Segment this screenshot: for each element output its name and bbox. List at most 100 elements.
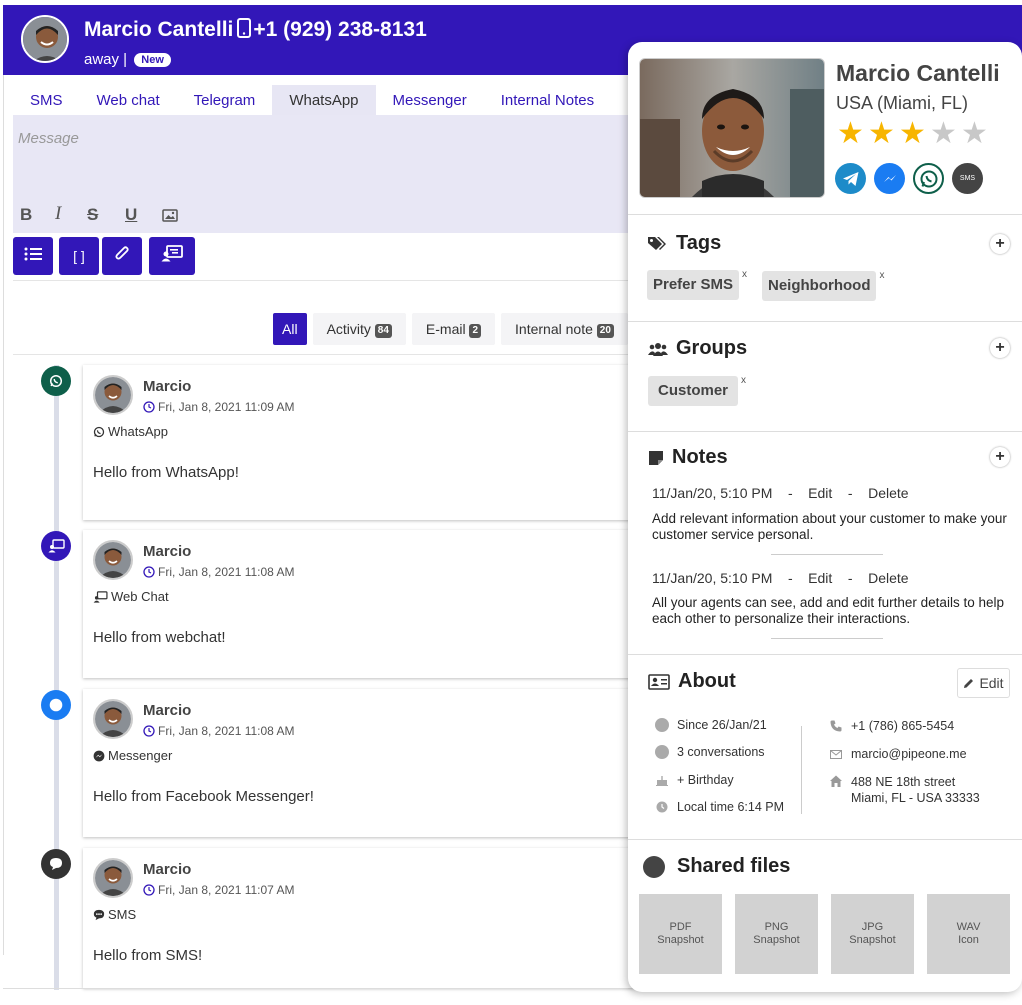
filter-internal-note[interactable]: Internal note 20 xyxy=(501,313,628,345)
tab-telegram[interactable]: Telegram xyxy=(177,85,273,115)
image-icon[interactable] xyxy=(162,207,178,227)
contact-phone: +1 (929) 238-8131 xyxy=(253,18,427,41)
tab-sms[interactable]: SMS xyxy=(13,85,80,115)
canned-response-button[interactable] xyxy=(149,237,195,275)
note-date: 11/Jan/20, 5:10 PM xyxy=(652,485,773,501)
delete-note-link[interactable]: Delete xyxy=(868,485,908,501)
message-text: Hello from webchat! xyxy=(93,629,226,646)
shared-files-label: Shared files xyxy=(677,855,791,877)
messenger-icon[interactable] xyxy=(874,163,905,194)
avatar[interactable] xyxy=(21,15,69,63)
file-kind: Snapshot xyxy=(753,934,800,946)
note-meta: 11/Jan/20, 5:10 PM - Edit - Delete xyxy=(652,485,909,501)
add-group-button[interactable]: + xyxy=(990,338,1010,358)
avatar[interactable] xyxy=(93,540,133,580)
address-line-2: Miami, FL - USA 33333 xyxy=(851,791,980,805)
message-author: Marcio xyxy=(143,702,192,719)
edit-note-link[interactable]: Edit xyxy=(808,570,832,586)
message-card[interactable]: Marcio Fri, Jan 8, 2021 11:08 AM Web Cha… xyxy=(83,530,643,678)
birthday-text: + Birthday xyxy=(677,773,734,787)
edit-note-link[interactable]: Edit xyxy=(808,485,832,501)
message-timestamp: Fri, Jan 8, 2021 11:09 AM xyxy=(143,400,295,414)
message-card[interactable]: Marcio Fri, Jan 8, 2021 11:09 AM WhatsAp… xyxy=(83,365,643,520)
file-label: PDF Snapshot xyxy=(657,921,703,947)
webchat-icon xyxy=(93,589,111,604)
telegram-icon[interactable] xyxy=(835,163,866,194)
contact-name: Marcio Cantelli xyxy=(84,18,234,41)
about-section-title: About xyxy=(648,670,736,693)
star-icon[interactable]: ★ xyxy=(928,119,959,149)
avatar[interactable] xyxy=(93,375,133,415)
bold-button[interactable]: B xyxy=(20,205,32,225)
paperclip-icon xyxy=(114,245,130,268)
avatar[interactable] xyxy=(93,858,133,898)
tab-whatsapp[interactable]: WhatsApp xyxy=(272,85,376,115)
list-button[interactable] xyxy=(13,237,53,275)
filter-label: Internal note xyxy=(515,321,593,337)
shared-file-pdf[interactable]: PDF Snapshot xyxy=(639,894,722,974)
presence-status: away | xyxy=(84,51,128,68)
add-note-button[interactable]: + xyxy=(990,447,1010,467)
star-icon[interactable]: ★ xyxy=(959,119,990,149)
contact-card-icon xyxy=(648,673,670,690)
star-icon[interactable]: ★ xyxy=(866,119,897,149)
divider xyxy=(13,354,628,355)
message-text: Hello from WhatsApp! xyxy=(93,464,239,481)
message-card[interactable]: Marcio Fri, Jan 8, 2021 11:07 AM SMS Hel… xyxy=(83,848,643,988)
avatar[interactable] xyxy=(93,699,133,739)
tab-messenger[interactable]: Messenger xyxy=(376,85,484,115)
note-meta: 11/Jan/20, 5:10 PM - Edit - Delete xyxy=(652,570,909,586)
strikethrough-button[interactable]: S xyxy=(87,205,98,225)
attach-button[interactable] xyxy=(102,237,142,275)
birthday-row[interactable]: + Birthday xyxy=(655,773,734,787)
email-row[interactable]: marcio@pipeone.me xyxy=(829,747,967,761)
remove-group-button[interactable]: x xyxy=(741,366,746,396)
italic-button[interactable]: I xyxy=(55,203,61,225)
filter-e-mail[interactable]: E-mail 2 xyxy=(411,313,496,345)
add-tag-button[interactable]: + xyxy=(990,234,1010,254)
file-type: WAV xyxy=(956,921,981,933)
shared-file-jpg[interactable]: JPG Snapshot xyxy=(831,894,914,974)
sms-icon[interactable]: SMS xyxy=(952,163,983,194)
message-time: Fri, Jan 8, 2021 11:08 AM xyxy=(158,724,295,738)
shared-file-wav[interactable]: WAV Icon xyxy=(927,894,1010,974)
star-icon[interactable]: ★ xyxy=(835,119,866,149)
clock-icon xyxy=(143,724,158,738)
message-text: Hello from SMS! xyxy=(93,947,203,964)
remove-tag-button[interactable]: x xyxy=(742,260,747,290)
shared-file-png[interactable]: PNG Snapshot xyxy=(735,894,818,974)
note-separator: - xyxy=(847,570,853,586)
file-label: PNG Snapshot xyxy=(753,921,799,947)
rating-stars[interactable]: ★ ★ ★ ★ ★ xyxy=(835,119,990,149)
files-dot-icon xyxy=(643,855,665,878)
message-editor[interactable]: Message B I S U xyxy=(13,115,633,233)
profile-location: USA (Miami, FL) xyxy=(836,93,969,113)
star-icon[interactable]: ★ xyxy=(897,119,928,149)
filter-all[interactable]: All xyxy=(273,313,307,345)
remove-tag-button[interactable]: x xyxy=(879,261,884,291)
message-channel: Web Chat xyxy=(93,589,169,604)
message-card[interactable]: Marcio Fri, Jan 8, 2021 11:08 AM Messeng… xyxy=(83,689,643,837)
edit-about-button[interactable]: Edit xyxy=(957,668,1010,698)
phone-row[interactable]: +1 (786) 865-5454 xyxy=(829,719,954,733)
file-label: JPG Snapshot xyxy=(849,921,895,947)
new-badge: New xyxy=(134,53,171,67)
whatsapp-icon[interactable] xyxy=(913,163,944,194)
note-separator: - xyxy=(847,485,853,501)
delete-note-link[interactable]: Delete xyxy=(868,570,908,586)
clock-icon xyxy=(143,883,158,897)
tab-web-chat[interactable]: Web chat xyxy=(80,85,177,115)
webchat-icon xyxy=(41,531,71,561)
filter-activity[interactable]: Activity 84 xyxy=(312,313,406,345)
activity-filters: All Activity 84 E-mail 2 Internal note 20 xyxy=(273,313,634,345)
clock-icon xyxy=(143,400,158,414)
envelope-icon xyxy=(829,747,843,761)
message-channel: SMS xyxy=(93,907,136,922)
message-time: Fri, Jan 8, 2021 11:08 AM xyxy=(158,565,295,579)
file-type: JPG xyxy=(861,921,884,933)
message-time: Fri, Jan 8, 2021 11:09 AM xyxy=(158,400,295,414)
underline-button[interactable]: U xyxy=(125,205,137,225)
tab-internal-notes[interactable]: Internal Notes xyxy=(484,85,611,115)
variables-button[interactable]: [ ] xyxy=(59,237,99,275)
edit-about-label: Edit xyxy=(979,675,1004,691)
